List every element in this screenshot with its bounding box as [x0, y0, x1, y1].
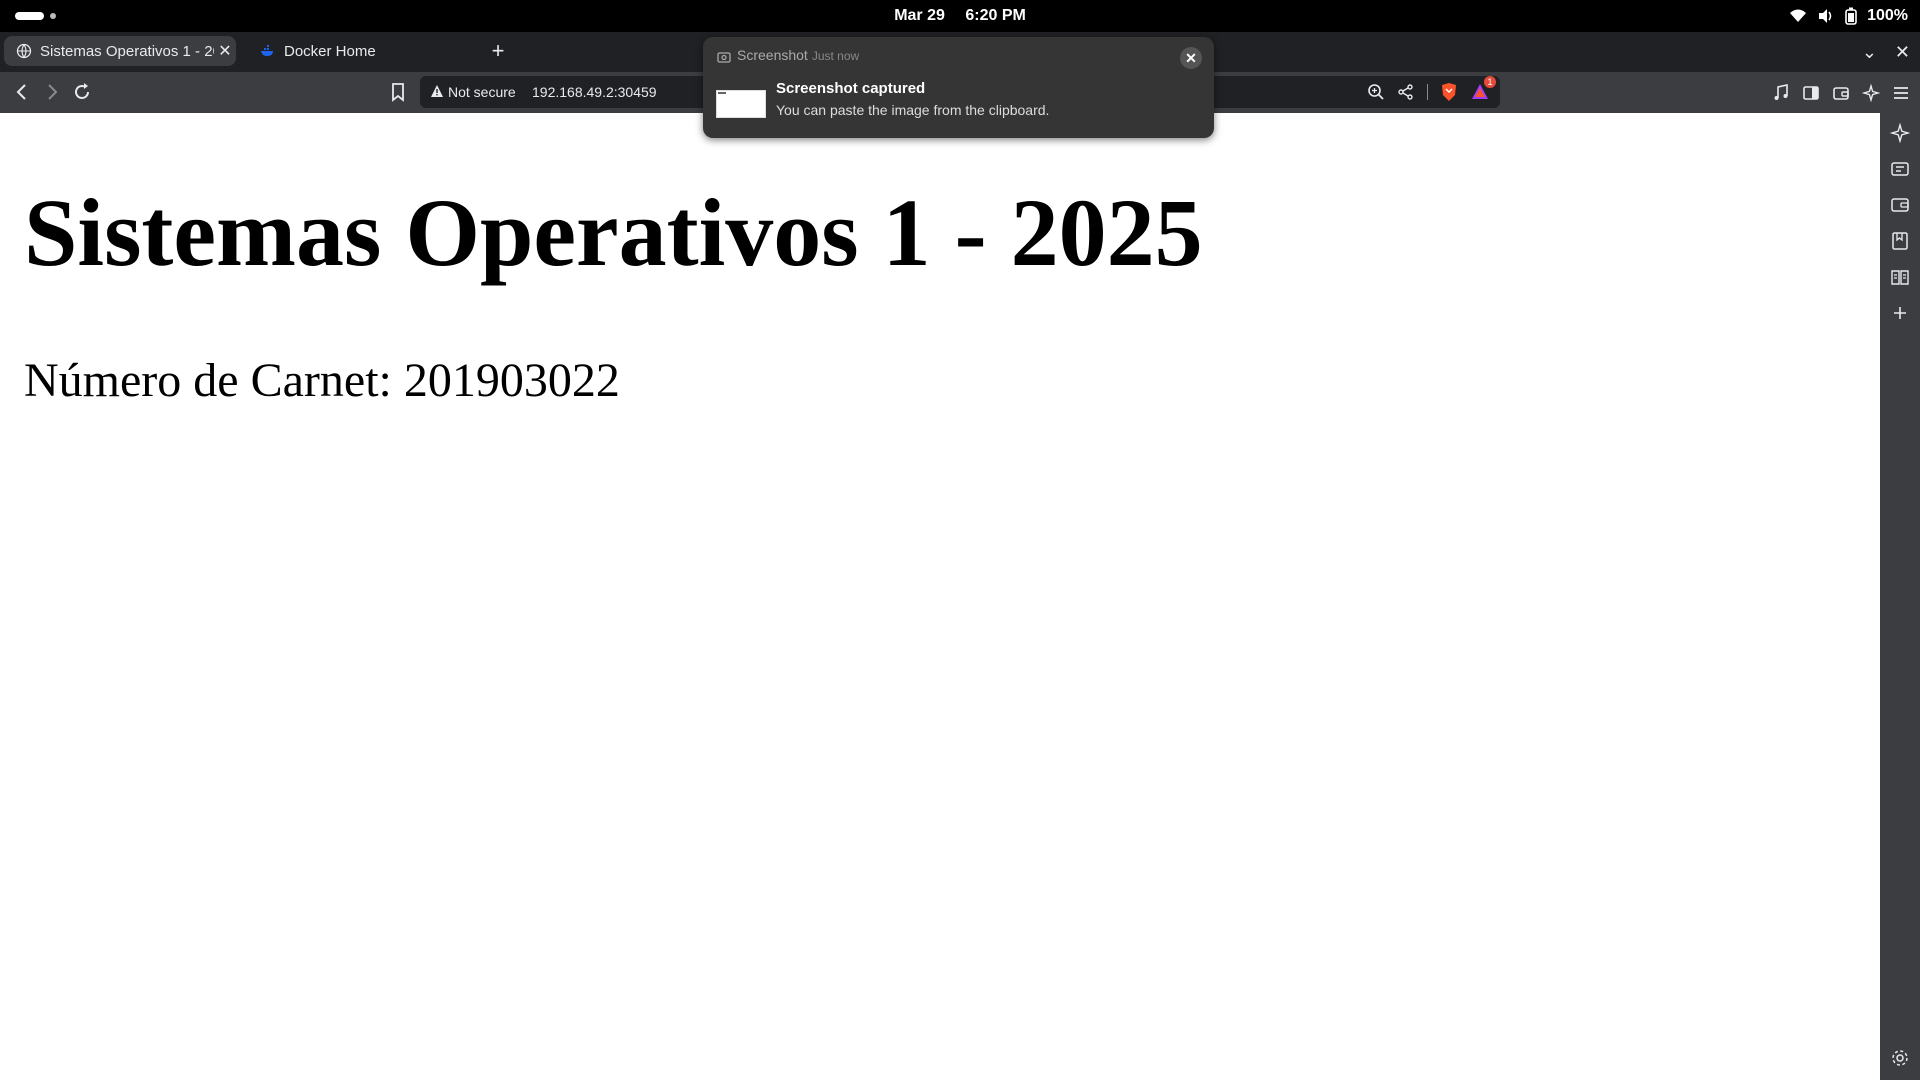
gear-icon[interactable] [1890, 1048, 1910, 1068]
globe-icon [16, 43, 32, 59]
system-status-area[interactable]: 100% [1789, 0, 1908, 32]
divider [1427, 84, 1428, 100]
leo-ai-sparkle-icon[interactable] [1890, 123, 1910, 143]
web-page-content: Sistemas Operativos 1 - 2025 Número de C… [0, 113, 1880, 1080]
notification-body: You can paste the image from the clipboa… [776, 102, 1050, 118]
window-close-icon[interactable]: ✕ [1895, 42, 1910, 63]
security-status-label[interactable]: Not secure [448, 76, 516, 108]
url-text[interactable]: 192.168.49.2:30459 [532, 76, 657, 108]
wallet-icon[interactable] [1832, 84, 1850, 102]
sidebar-toggle-icon[interactable] [1802, 84, 1820, 102]
tab-title: Docker Home [284, 42, 376, 60]
new-tab-button[interactable]: + [488, 37, 508, 67]
docker-whale-icon [261, 45, 273, 56]
bookmarks-icon[interactable] [1890, 231, 1910, 251]
tabstrip-controls: ⌄ ✕ [1862, 32, 1910, 72]
hamburger-menu-icon[interactable] [1892, 84, 1910, 102]
screenshot-notification[interactable]: Screenshot Just now ✕ Screenshot captured… [703, 37, 1214, 138]
notification-close-icon[interactable]: ✕ [1180, 47, 1202, 69]
system-date: Mar 29 [894, 7, 945, 24]
battery-percentage: 100% [1867, 7, 1908, 24]
tab-title: Sistemas Operativos 1 - 2025 [40, 42, 214, 60]
forward-arrow-icon[interactable] [40, 80, 64, 104]
leo-ai-sparkle-icon[interactable] [1862, 83, 1880, 102]
bookmark-icon[interactable] [386, 80, 410, 104]
brave-rewards-button[interactable]: 1 [1470, 76, 1496, 102]
reload-icon[interactable] [70, 80, 94, 104]
system-top-bar: Mar 29 6:20 PM 100% [0, 0, 1920, 32]
tab-list-chevron-down-icon[interactable]: ⌄ [1862, 42, 1877, 63]
media-music-note-icon[interactable] [1772, 83, 1790, 102]
video-player-icon[interactable] [1890, 159, 1910, 179]
wifi-icon [1790, 9, 1807, 22]
volume-icon [1819, 9, 1832, 23]
share-icon[interactable] [1397, 83, 1415, 101]
notification-time: Just now [811, 49, 860, 63]
battery-icon [1845, 7, 1857, 25]
plus-add-icon[interactable] [1890, 303, 1910, 323]
warning-triangle-icon[interactable] [430, 84, 444, 98]
tab-close-icon[interactable]: ✕ [214, 41, 236, 61]
browser-side-panel [1880, 113, 1920, 1080]
tab-sistemas-operativos[interactable]: Sistemas Operativos 1 - 2025 ✕ [4, 36, 236, 66]
notification-badge: 1 [1484, 76, 1496, 88]
notification-title: Screenshot captured [776, 80, 926, 97]
address-bar-actions: 1 [1367, 76, 1496, 108]
notification-app-name: Screenshot [737, 47, 808, 63]
system-clock[interactable]: Mar 29 6:20 PM [0, 0, 1920, 32]
reading-list-icon[interactable] [1890, 267, 1910, 287]
toolbar-right-actions [1772, 72, 1910, 113]
tab-docker-home[interactable]: Docker Home [248, 36, 478, 66]
screenshot-thumbnail [716, 90, 766, 118]
notification-app-label: Screenshot Just now [737, 47, 859, 63]
system-time: 6:20 PM [965, 7, 1026, 24]
carnet-number-text: Número de Carnet: 201903022 [24, 354, 620, 407]
brave-shields-icon[interactable] [1440, 82, 1458, 102]
page-heading: Sistemas Operativos 1 - 2025 [24, 179, 1203, 286]
screenshot-app-icon [717, 52, 731, 63]
back-arrow-icon[interactable] [10, 80, 34, 104]
zoom-icon[interactable] [1367, 83, 1385, 101]
wallet-icon[interactable] [1890, 195, 1910, 215]
